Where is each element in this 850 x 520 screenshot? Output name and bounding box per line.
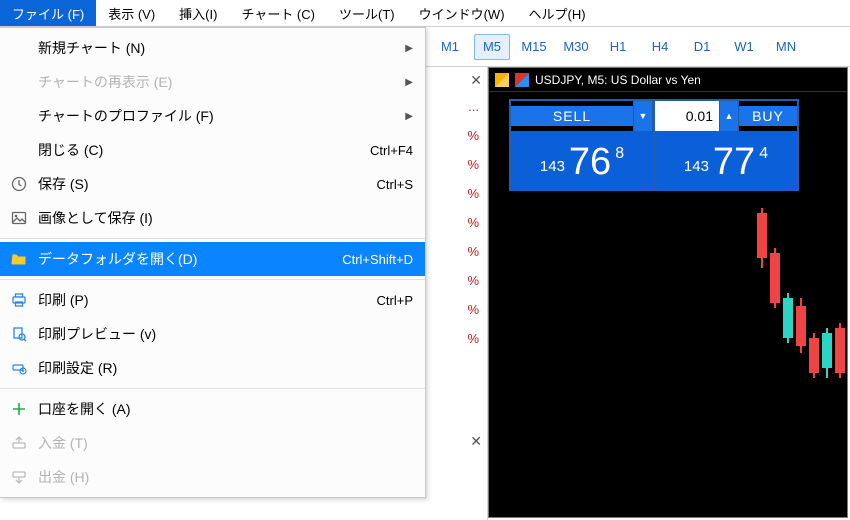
menu-deposit-label: 入金 (T) [38,433,413,453]
printer-icon [8,292,30,308]
menu-open-data-folder-shortcut: Ctrl+Shift+D [342,252,413,267]
menu-file[interactable]: ファイル (F) [0,0,96,26]
menu-reopen-chart-label: チャートの再表示 (E) [38,72,405,92]
timeframe-m30[interactable]: M30 [558,34,594,60]
chevron-down-icon[interactable]: ▼ [633,101,653,131]
submenu-arrow-icon: ▶ [405,77,413,88]
menu-new-chart[interactable]: 新規チャート (N) ▶ [0,31,425,65]
timeframe-bar: M1 M5 M15 M30 H1 H4 D1 W1 MN [426,27,850,67]
menu-print-preview-label: 印刷プレビュー (v) [38,324,413,344]
ask-big: 77 [713,143,755,181]
lot-input[interactable]: 0.01 [655,101,719,131]
menu-open-account[interactable]: 口座を開く (A) [0,392,425,426]
save-icon [8,176,30,192]
menu-open-account-label: 口座を開く (A) [38,399,413,419]
market-watch-row[interactable]: % [426,186,487,215]
ask-tick: 4 [759,145,768,163]
close-icon[interactable]: ✕ [470,433,482,450]
menu-window[interactable]: ウインドウ(W) [407,0,517,26]
menu-open-data-folder-label: データフォルダを開く(D) [38,249,342,269]
chart-logo-icon [495,73,509,87]
bid-tick: 8 [615,145,624,163]
menu-close-shortcut: Ctrl+F4 [370,143,413,158]
menu-print-shortcut: Ctrl+P [377,293,413,308]
bid-handle: 143 [540,158,565,175]
menu-tools[interactable]: ツール(T) [327,0,407,26]
menu-help[interactable]: ヘルプ(H) [517,0,598,26]
candlestick-area [489,198,847,517]
market-watch-row[interactable]: % [426,331,487,360]
market-watch-row[interactable]: % [426,273,487,302]
print-preview-icon [8,326,30,342]
timeframe-m5[interactable]: M5 [474,34,510,60]
menu-separator [0,238,425,239]
chart-logo-icon [515,73,529,87]
chart-panel[interactable]: USDJPY, M5: US Dollar vs Yen SELL ▼ 143 … [488,67,848,518]
buy-panel[interactable]: 0.01 ▲ BUY 143 77 4 [655,99,799,191]
timeframe-w1[interactable]: W1 [726,34,762,60]
menu-save-label: 保存 (S) [38,174,377,194]
menu-print-setup-label: 印刷設定 (R) [38,358,413,378]
menu-bar: ファイル (F) 表示 (V) 挿入(I) チャート (C) ツール(T) ウイ… [0,0,850,27]
menu-chart-profile-label: チャートのプロファイル (F) [38,106,405,126]
market-watch-row[interactable]: % [426,244,487,273]
menu-print-preview[interactable]: 印刷プレビュー (v) [0,317,425,351]
plus-icon [8,402,30,416]
market-watch-row[interactable]: % [426,128,487,157]
menu-deposit[interactable]: 入金 (T) [0,426,425,460]
trade-ticket: SELL ▼ 143 76 8 0.01 ▲ BUY 143 77 [509,99,799,191]
submenu-arrow-icon: ▶ [405,43,413,54]
withdraw-icon [8,469,30,485]
market-watch-list: ... % % % % % % % % [426,99,487,360]
menu-reopen-chart[interactable]: チャートの再表示 (E) ▶ [0,65,425,99]
menu-insert[interactable]: 挿入(I) [167,0,229,26]
timeframe-h4[interactable]: H4 [642,34,678,60]
market-watch-panel: ✕ ... % % % % % % % % ✕ [426,67,488,520]
menu-separator [0,388,425,389]
menu-chart-profile[interactable]: チャートのプロファイル (F) ▶ [0,99,425,133]
image-icon [8,210,30,226]
menu-new-chart-label: 新規チャート (N) [38,38,405,58]
submenu-arrow-icon: ▶ [405,111,413,122]
menu-print-label: 印刷 (P) [38,290,377,310]
menu-close-label: 閉じる (C) [38,140,370,160]
close-icon[interactable]: ✕ [470,72,482,89]
menu-print[interactable]: 印刷 (P) Ctrl+P [0,283,425,317]
print-settings-icon [8,360,30,376]
market-watch-row[interactable]: % [426,157,487,186]
buy-button[interactable]: BUY [742,106,794,126]
chart-title-bar: USDJPY, M5: US Dollar vs Yen [489,68,847,92]
market-watch-row[interactable]: ... [426,99,487,128]
timeframe-m15[interactable]: M15 [516,34,552,60]
menu-print-setup[interactable]: 印刷設定 (R) [0,351,425,385]
menu-close-chart[interactable]: 閉じる (C) Ctrl+F4 [0,133,425,167]
file-dropdown: 新規チャート (N) ▶ チャートの再表示 (E) ▶ チャートのプロファイル … [0,27,426,498]
ask-handle: 143 [684,158,709,175]
deposit-icon [8,435,30,451]
timeframe-m1[interactable]: M1 [432,34,468,60]
menu-withdraw[interactable]: 出金 (H) [0,460,425,494]
menu-save[interactable]: 保存 (S) Ctrl+S [0,167,425,201]
menu-separator [0,279,425,280]
folder-icon [8,251,30,267]
menu-withdraw-label: 出金 (H) [38,467,413,487]
menu-chart[interactable]: チャート (C) [229,0,327,26]
market-watch-row[interactable]: % [426,302,487,331]
menu-view[interactable]: 表示 (V) [96,0,167,26]
chevron-up-icon[interactable]: ▲ [719,101,739,131]
timeframe-h1[interactable]: H1 [600,34,636,60]
chart-title-text: USDJPY, M5: US Dollar vs Yen [535,73,701,87]
sell-button[interactable]: SELL [543,106,601,126]
timeframe-d1[interactable]: D1 [684,34,720,60]
bid-big: 76 [569,143,611,181]
sell-panel[interactable]: SELL ▼ 143 76 8 [509,99,655,191]
menu-save-shortcut: Ctrl+S [377,177,413,192]
menu-open-data-folder[interactable]: データフォルダを開く(D) Ctrl+Shift+D [0,242,425,276]
menu-save-image-label: 画像として保存 (I) [38,208,413,228]
timeframe-mn[interactable]: MN [768,34,804,60]
market-watch-row[interactable]: % [426,215,487,244]
menu-save-image[interactable]: 画像として保存 (I) [0,201,425,235]
